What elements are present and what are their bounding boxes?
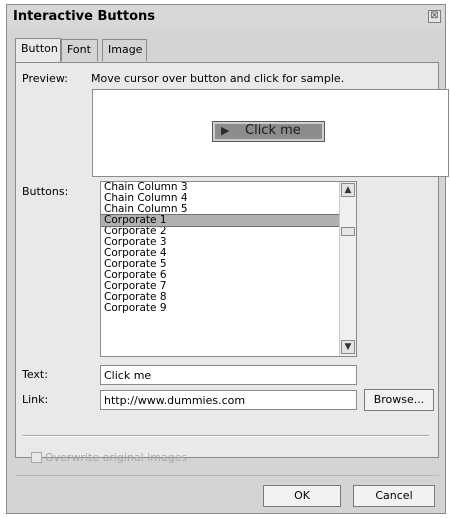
- overwrite-label: Overwrite original images: [45, 451, 188, 464]
- scroll-thumb[interactable]: [341, 227, 355, 236]
- dialog-title: Interactive Buttons: [13, 9, 156, 24]
- footer-divider: [15, 475, 439, 476]
- cancel-button[interactable]: Cancel: [353, 485, 435, 507]
- link-label: Link:: [22, 393, 49, 406]
- close-icon[interactable]: ⊠: [428, 10, 441, 23]
- browse-button[interactable]: Browse...: [364, 389, 434, 411]
- tab-font-label: Font: [67, 43, 91, 56]
- buttons-listbox[interactable]: Chain Column 3 Chain Column 4 Chain Colu…: [100, 181, 357, 357]
- tab-image[interactable]: Image: [102, 39, 147, 61]
- button-tab-panel: Preview: Move cursor over button and cli…: [15, 62, 449, 458]
- scroll-down-icon[interactable]: ▼: [341, 340, 355, 354]
- scroll-up-icon[interactable]: ▲: [341, 183, 355, 197]
- separator: [23, 435, 429, 437]
- buttons-label: Buttons:: [22, 185, 69, 198]
- title-bar: Interactive Buttons ⊠: [7, 5, 445, 29]
- sample-button[interactable]: ▶ Click me: [212, 121, 325, 142]
- list-item[interactable]: Corporate 9: [101, 303, 340, 314]
- preview-area: ▶ Click me: [92, 89, 449, 177]
- tab-image-label: Image: [108, 43, 143, 56]
- preview-hint: Move cursor over button and click for sa…: [91, 72, 345, 85]
- link-input[interactable]: http://www.dummies.com: [100, 390, 357, 410]
- text-label: Text:: [22, 368, 48, 381]
- preview-label: Preview:: [22, 72, 68, 85]
- text-input[interactable]: Click me: [100, 365, 357, 385]
- sample-button-label: Click me: [245, 123, 301, 138]
- interactive-buttons-dialog: Interactive Buttons ⊠ Button Font Image …: [6, 4, 449, 514]
- tab-button-label: Button: [21, 42, 58, 55]
- tab-button[interactable]: Button: [15, 38, 61, 62]
- buttons-list-items: Chain Column 3 Chain Column 4 Chain Colu…: [101, 182, 341, 314]
- play-arrow-icon: ▶: [221, 124, 230, 137]
- overwrite-checkbox[interactable]: [31, 452, 42, 463]
- ok-button[interactable]: OK: [263, 485, 341, 507]
- tab-font[interactable]: Font: [61, 39, 98, 61]
- list-scrollbar[interactable]: ▲ ▼: [339, 182, 356, 356]
